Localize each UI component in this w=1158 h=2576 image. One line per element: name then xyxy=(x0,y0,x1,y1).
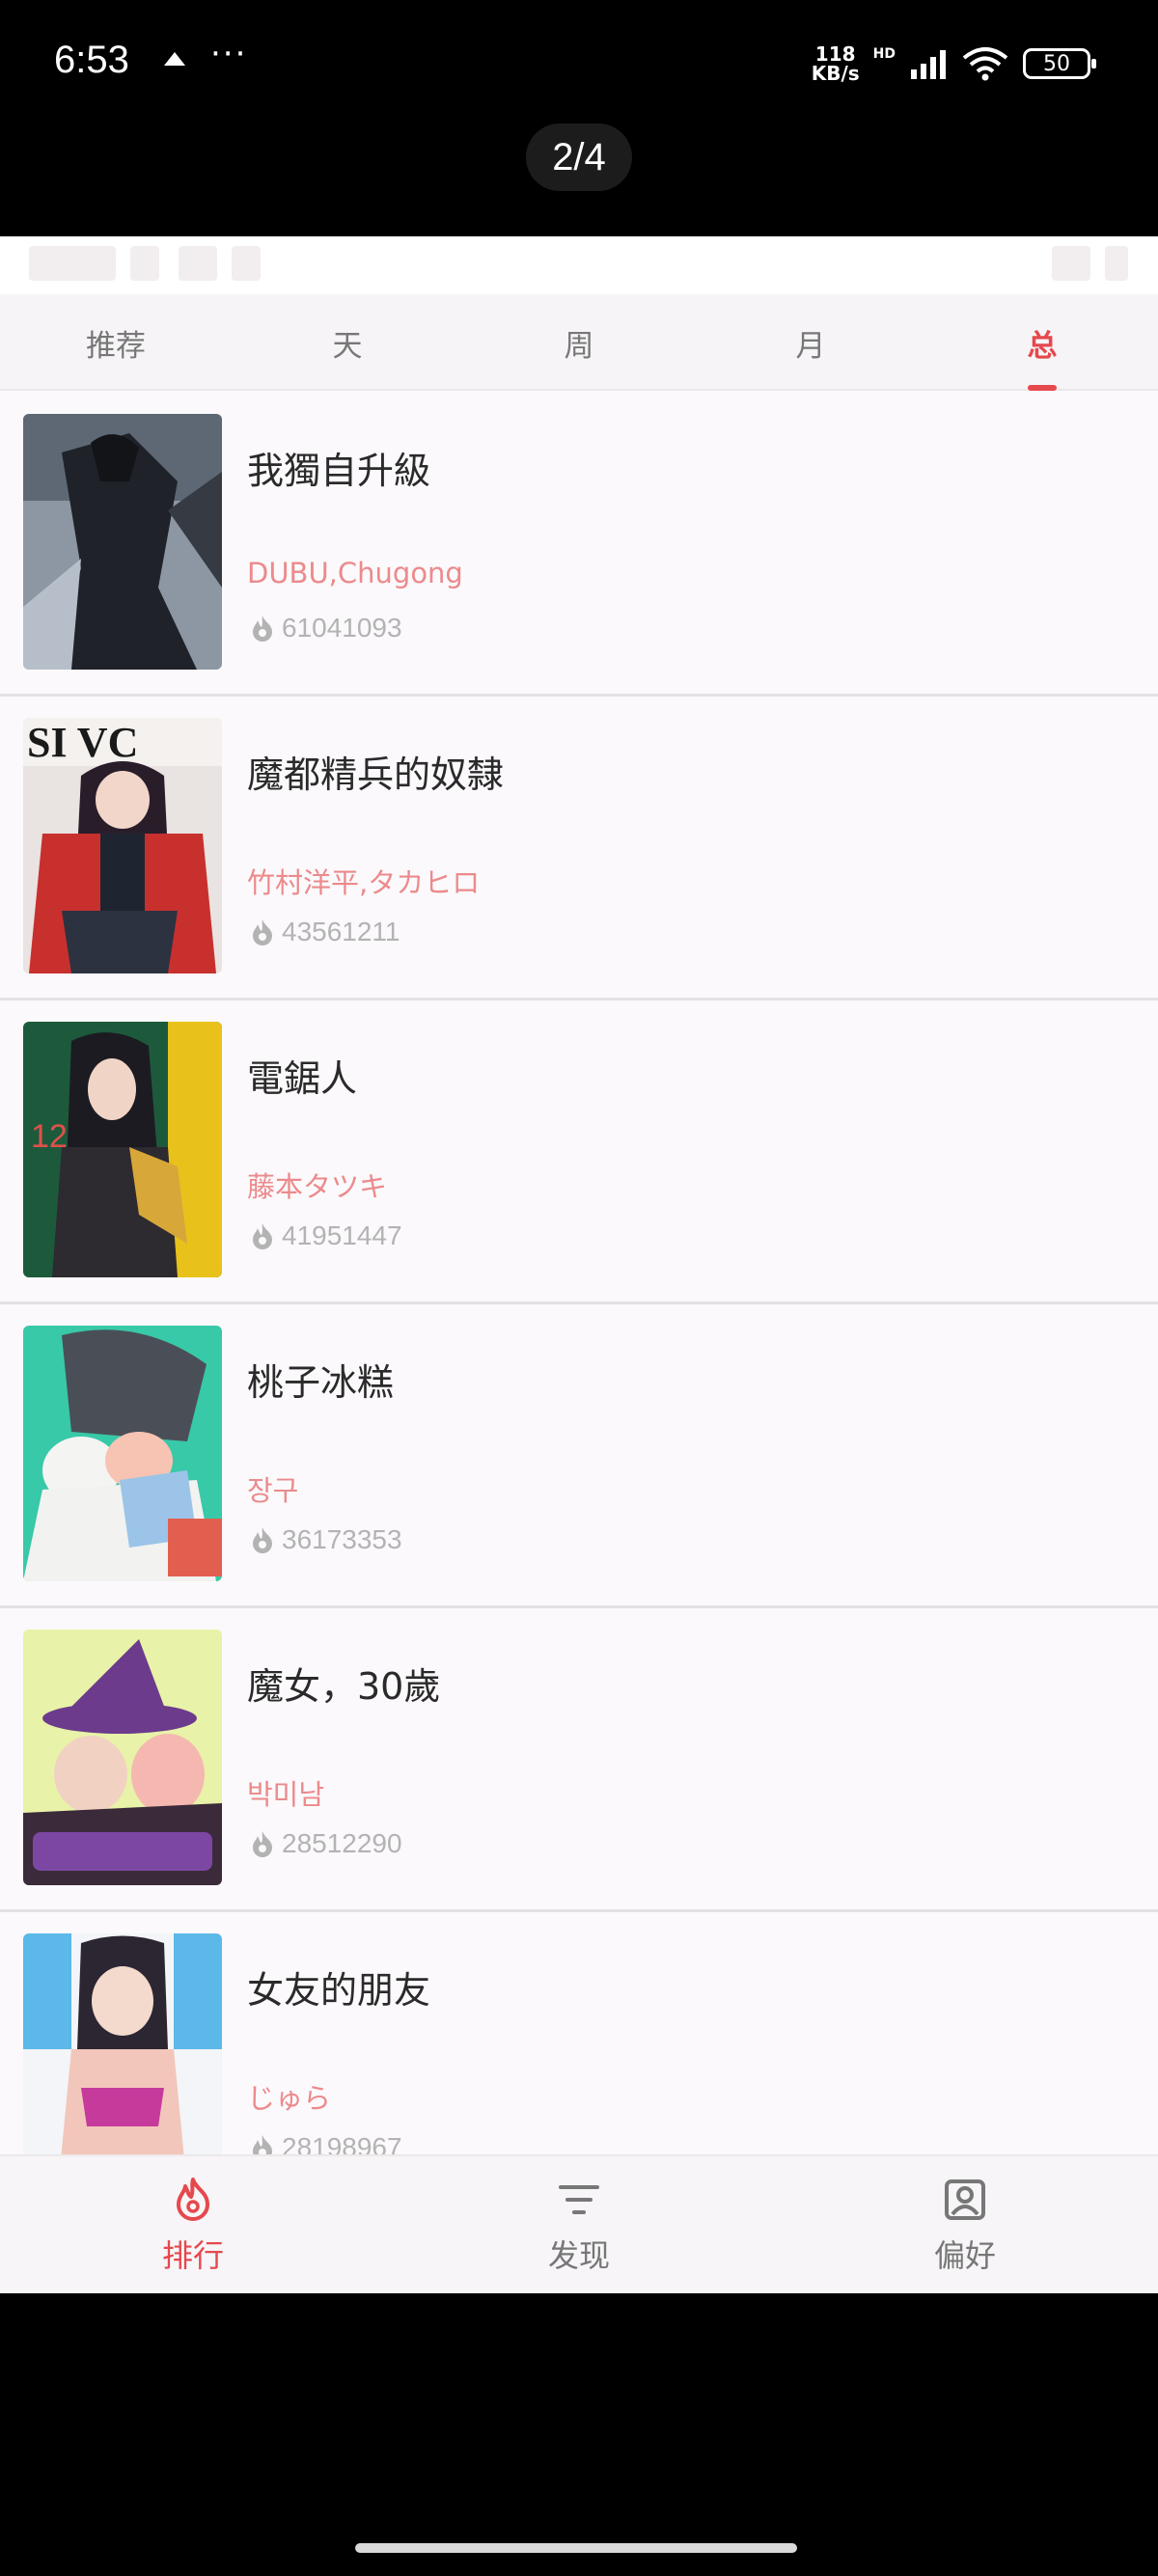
app-screen: 推荐 天 周 月 总 我獨自升級 DUBU,Chugong 61041093 S… xyxy=(0,236,1158,2293)
tab-day[interactable]: 天 xyxy=(232,294,463,391)
tab-recommend[interactable]: 推荐 xyxy=(0,294,232,391)
battery-indicator: 50 xyxy=(1023,48,1096,79)
status-indicators: 118 KB/s HD 50 xyxy=(811,42,1096,85)
item-author: 장구 xyxy=(247,1474,299,1507)
page-indicator: 2/4 xyxy=(526,123,632,191)
svg-text:SI VC: SI VC xyxy=(27,719,138,766)
cover-image: SI VC xyxy=(23,718,222,973)
signal-icon xyxy=(911,50,946,79)
item-author: 藤本タツキ xyxy=(247,1170,388,1203)
list-item[interactable]: 桃子冰糕 장구 36173353 xyxy=(0,1304,1158,1608)
filter-icon xyxy=(559,2185,599,2214)
flame-icon xyxy=(253,1223,272,1249)
item-author: 竹村洋平,タカヒロ xyxy=(247,866,481,899)
cover-image xyxy=(23,1630,222,1885)
item-title: 桃子冰糕 xyxy=(247,1361,395,1404)
tab-week[interactable]: 周 xyxy=(463,294,695,391)
item-views: 41951447 xyxy=(247,1220,402,1251)
wifi-icon xyxy=(962,47,1008,81)
item-views: 36173353 xyxy=(247,1524,402,1555)
item-author: DUBU,Chugong xyxy=(247,557,463,589)
network-speed: 118 KB/s xyxy=(811,42,860,85)
item-views: 28512290 xyxy=(247,1828,402,1859)
more-notifications-icon: ··· xyxy=(210,35,248,73)
item-author: 박미남 xyxy=(247,1778,325,1811)
bottom-navigation: 排行 发现 偏好 xyxy=(0,2154,1158,2293)
nav-ranking[interactable]: 排行 xyxy=(0,2156,386,2295)
cover-image xyxy=(23,414,222,670)
item-author: じゅら xyxy=(247,2082,332,2115)
cover-image xyxy=(23,1933,222,2189)
status-bar: 6:53 ··· 118 KB/s HD 50 xyxy=(0,0,1158,135)
app-top-strip xyxy=(0,236,1158,294)
item-views: 43561211 xyxy=(247,917,400,947)
home-indicator[interactable] xyxy=(355,2543,797,2553)
flame-icon xyxy=(253,1831,272,1857)
item-title: 我獨自升級 xyxy=(247,450,431,492)
ranking-tabs: 推荐 天 周 月 总 xyxy=(0,294,1158,391)
status-time: 6:53 xyxy=(54,39,129,81)
cover-image xyxy=(23,1326,222,1581)
svg-text:12: 12 xyxy=(31,1118,68,1155)
tab-active-indicator xyxy=(1028,385,1057,391)
flame-icon xyxy=(253,919,272,945)
list-item[interactable]: 魔女，30歲 박미남 28512290 xyxy=(0,1608,1158,1912)
tab-month[interactable]: 月 xyxy=(695,294,926,391)
cover-image: 12 xyxy=(23,1022,222,1277)
flame-icon xyxy=(253,616,272,642)
item-title: 女友的朋友 xyxy=(247,1969,431,2012)
notification-icon xyxy=(164,52,185,66)
list-item[interactable]: 12 電鋸人 藤本タツキ 41951447 xyxy=(0,1000,1158,1304)
list-item[interactable]: SI VC 魔都精兵的奴隸 竹村洋平,タカヒロ 43561211 xyxy=(0,697,1158,1000)
list-item[interactable]: 我獨自升級 DUBU,Chugong 61041093 xyxy=(0,393,1158,697)
item-title: 魔都精兵的奴隸 xyxy=(247,754,505,796)
nav-discover[interactable]: 发现 xyxy=(386,2156,772,2295)
hd-label: HD xyxy=(872,46,896,62)
flame-icon xyxy=(177,2178,209,2221)
item-title: 魔女，30歲 xyxy=(247,1665,441,1708)
item-title: 電鋸人 xyxy=(247,1057,358,1100)
profile-icon xyxy=(945,2179,985,2220)
nav-preferences[interactable]: 偏好 xyxy=(772,2156,1158,2295)
ranking-list: 我獨自升級 DUBU,Chugong 61041093 SI VC 魔都精兵的奴… xyxy=(0,393,1158,2216)
tab-total[interactable]: 总 xyxy=(926,294,1158,391)
item-views: 61041093 xyxy=(247,613,402,644)
flame-icon xyxy=(253,1527,272,1553)
